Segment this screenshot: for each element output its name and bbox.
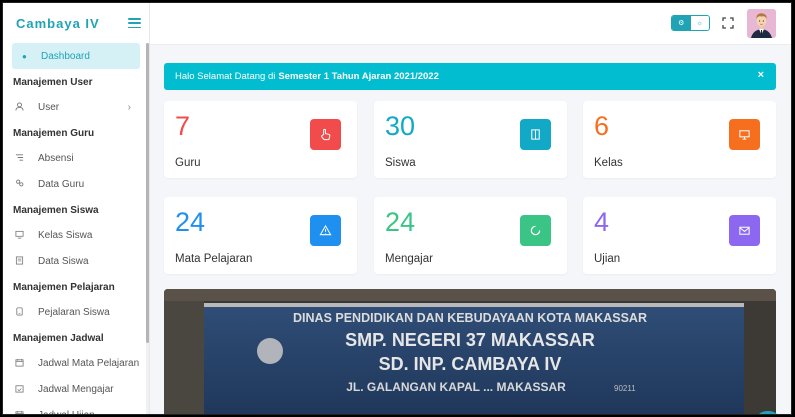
stat-value: 24 (385, 207, 416, 237)
stat-value: 30 (385, 111, 416, 141)
moon-icon[interactable]: ☼ (690, 16, 709, 30)
school-banner-image: DINAS PENDIDIKAN DAN KEBUDAYAAN KOTA MAK… (164, 289, 776, 414)
sidebar-item-dashboard[interactable]: ● Dashboard (12, 43, 140, 69)
topbar: ⚙ ☼ (150, 3, 791, 45)
sidebar-item-user[interactable]: User › (3, 95, 149, 120)
alert-text: Halo Selamat Datang di (175, 71, 276, 82)
sidebar-item-kelas-siswa[interactable]: Kelas Siswa (3, 223, 149, 248)
mail-icon (729, 215, 760, 246)
calendar-icon (15, 410, 29, 414)
sidebar-item-data-guru[interactable]: Data Guru (3, 172, 149, 197)
user-avatar[interactable] (747, 9, 776, 38)
stat-label: Mata Pelajaran (175, 253, 253, 265)
list-icon (15, 153, 29, 164)
sidebar-item-label: Jadwal Ujian (38, 410, 95, 414)
stat-value: 7 (175, 111, 191, 141)
document-icon (15, 256, 29, 267)
stat-card-siswa[interactable]: 30 Siswa (374, 101, 567, 178)
sidebar-item-label: Dashboard (41, 50, 90, 62)
stat-label: Siswa (385, 157, 416, 169)
banner-line-1: DINAS PENDIDIKAN DAN KEBUDAYAAN KOTA MAK… (293, 311, 647, 325)
stat-value: 24 (175, 207, 206, 237)
users-icon (15, 179, 29, 190)
stat-label: Ujian (594, 253, 621, 265)
sidebar-section-title: Manajemen Pelajaran (13, 282, 115, 293)
sidebar-item-label: Kelas Siswa (38, 230, 93, 241)
stat-value: 4 (594, 207, 610, 237)
theme-toggle[interactable]: ⚙ ☼ (671, 15, 710, 31)
dot-icon: ● (22, 51, 27, 61)
sidebar-section-title: Manajemen Jadwal (13, 333, 104, 344)
sun-icon[interactable]: ⚙ (672, 16, 691, 30)
sidebar: Cambaya IV ● Dashboard Manajemen User Use… (3, 3, 150, 414)
stat-card-mata-pelajaran[interactable]: 24 Mata Pelajaran (164, 197, 357, 274)
tablet-icon (15, 307, 29, 318)
sidebar-item-pejalaran-siswa[interactable]: Pejalaran Siswa (3, 300, 149, 325)
user-icon (15, 102, 29, 113)
sidebar-item-label: User (38, 102, 60, 113)
sidebar-sections: Manajemen User User › Manajemen Guru Absensi… (3, 70, 149, 414)
stat-card-mengajar[interactable]: 24 Mengajar (374, 197, 567, 274)
sidebar-section-title: Manajemen Guru (13, 128, 95, 139)
stat-value: 6 (594, 111, 610, 141)
sidebar-item-label: Data Siswa (38, 256, 89, 267)
fullscreen-icon[interactable] (722, 17, 734, 29)
sidebar-item-data-siswa[interactable]: Data Siswa (3, 249, 149, 274)
sidebar-menu: ● Dashboard Manajemen User User › Manajemen… (3, 43, 149, 414)
stat-card-guru[interactable]: 7 Guru (164, 101, 357, 178)
sidebar-item-jadwal-mata-pelajaran[interactable]: Jadwal Mata Pelajaran (3, 351, 149, 376)
sidebar-section-title: Manajemen User (13, 77, 93, 88)
stat-label: Guru (175, 157, 201, 169)
sidebar-item-jadwal-ujian[interactable]: Jadwal Ujian (3, 403, 149, 414)
stat-card-kelas[interactable]: 6 Kelas (583, 101, 776, 178)
sidebar-scrollbar-thumb[interactable] (146, 43, 149, 343)
welcome-alert: Halo Selamat Datang di Semester 1 Tahun … (164, 63, 776, 90)
sidebar-item-absensi[interactable]: Absensi (3, 146, 149, 171)
banner-line-4: JL. GALANGAN KAPAL ... MAKASSAR (346, 380, 566, 394)
brand-bar: Cambaya IV (3, 3, 149, 43)
monitor-icon (15, 230, 29, 241)
sidebar-item-label: Absensi (38, 153, 74, 164)
sidebar-item-jadwal-mengajar[interactable]: Jadwal Mengajar (3, 377, 149, 402)
close-icon[interactable]: × (758, 69, 764, 81)
banner-line-2: SMP. NEGERI 37 MAKASSAR (345, 330, 595, 350)
app-window: Cambaya IV ● Dashboard Manajemen User Use… (2, 2, 792, 415)
book-icon (520, 119, 551, 150)
banner-line-3: SD. INP. CAMBAYA IV (379, 354, 562, 374)
sidebar-item-label: Data Guru (38, 179, 85, 190)
stat-card-ujian[interactable]: 4 Ujian (583, 197, 776, 274)
sidebar-item-label: Pejalaran Siswa (38, 307, 110, 318)
brand-name[interactable]: Cambaya IV (16, 16, 100, 31)
pointer-hand-icon (310, 119, 341, 150)
stat-label: Mengajar (385, 253, 433, 265)
alert-semester: Semester 1 Tahun Ajaran 2021/2022 (278, 71, 439, 82)
sidebar-item-label: Jadwal Mata Pelajaran (38, 358, 140, 369)
calendar-icon (15, 358, 29, 369)
chevron-right-icon: › (127, 102, 131, 113)
calendar-check-icon (15, 384, 29, 395)
warning-icon (310, 215, 341, 246)
sidebar-item-label: Jadwal Mengajar (38, 384, 114, 395)
sidebar-section-title: Manajemen Siswa (13, 205, 99, 216)
loader-icon (520, 215, 551, 246)
hamburger-menu-icon[interactable] (128, 18, 141, 28)
monitor-icon (729, 119, 760, 150)
stat-label: Kelas (594, 157, 623, 169)
banner-code: 90211 (614, 384, 636, 393)
